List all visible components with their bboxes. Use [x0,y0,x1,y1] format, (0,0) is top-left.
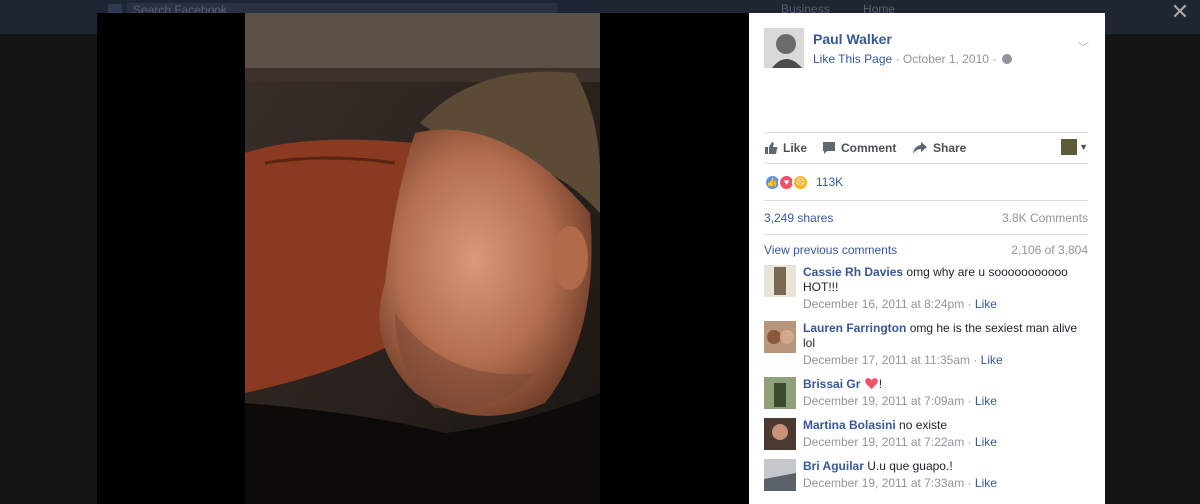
heart-emoji-icon [864,378,878,390]
like-label: Like [783,141,808,155]
like-button[interactable]: Like [764,140,807,158]
commenter-name[interactable]: Brissai Gr [803,377,860,391]
commenter-avatar[interactable] [764,377,796,409]
comment-like-link[interactable]: Like [975,476,997,490]
close-icon[interactable]: ✕ [1166,0,1194,24]
previous-comments-row: View previous comments 2,106 of 3,804 [764,243,1088,261]
post-as-selector[interactable]: ▼ [1061,139,1088,157]
thumbs-up-icon [764,141,778,159]
chevron-down-icon[interactable]: ﹀ [1078,42,1090,54]
shares-link[interactable]: 3,249 shares [764,211,833,225]
comment-button[interactable]: Comment [822,140,896,158]
commenter-name[interactable]: Lauren Farrington [803,321,906,335]
comment-meta: December 19, 2011 at 7:33am · Like [803,476,997,490]
action-bar: Like Comment Share ▼ [764,132,1088,164]
meta-separator: · [895,52,900,66]
comment-meta: December 17, 2011 at 11:35am · Like [803,353,1003,367]
comment-time[interactable]: December 19, 2011 at 7:33am [803,476,964,490]
commenter-name[interactable]: Cassie Rh Davies [803,265,903,279]
comment-like-link[interactable]: Like [975,394,997,408]
sad-reaction-icon: ☹ [792,174,809,191]
comment-time[interactable]: December 19, 2011 at 7:09am [803,394,964,408]
comment-like-link[interactable]: Like [975,297,997,311]
like-page-link[interactable]: Like This Page [813,52,892,66]
comment-label: Comment [841,141,897,155]
post-side-panel: Paul Walker Like This Page · October 1, … [749,13,1105,504]
author-avatar[interactable] [764,28,804,68]
share-label: Share [933,141,967,155]
globe-icon [1001,54,1012,64]
caret-down-icon: ▼ [1079,142,1088,152]
reaction-count[interactable]: 113K [816,175,843,189]
commenter-avatar[interactable] [764,418,796,450]
comment-time[interactable]: December 17, 2011 at 11:35am [803,353,970,367]
comments-progress: 2,106 of 3,804 [1011,243,1088,257]
photo-image [245,13,600,504]
share-button[interactable]: Share [912,140,966,158]
share-icon [912,141,928,159]
comment-time[interactable]: December 16, 2011 at 8:24pm [803,297,964,311]
comment-meta: December 19, 2011 at 7:22am · Like [803,435,997,449]
commenter-avatar[interactable] [764,265,796,297]
post-date[interactable]: October 1, 2010 [903,52,989,66]
stats-row: 3,249 shares 3.8K Comments [764,209,1088,235]
commenter-avatar[interactable] [764,459,796,491]
author-name[interactable]: Paul Walker [813,31,892,47]
comment-time[interactable]: December 19, 2011 at 7:22am [803,435,964,449]
post-header: Paul Walker Like This Page · October 1, … [764,28,1090,88]
photo-stage [97,13,749,504]
post-meta: Like This Page · October 1, 2010 · [813,52,1012,66]
comment-icon [822,141,836,159]
comment-text: ! [878,377,883,391]
view-previous-comments-link[interactable]: View previous comments [764,243,897,257]
comment-like-link[interactable]: Like [981,353,1003,367]
user-avatar [1061,139,1078,155]
comment-text: no existe [899,418,948,432]
comment-meta: December 16, 2011 at 8:24pm · Like [803,297,997,311]
commenter-name[interactable]: Bri Aguilar [803,459,864,473]
comment-meta: December 19, 2011 at 7:09am · Like [803,394,997,408]
comments-count[interactable]: 3.8K Comments [1002,211,1088,225]
reactions-summary[interactable]: 👍 ♥ ☹ 113K [764,171,1088,201]
comment-text: U.u que guapo.! [867,459,953,473]
commenter-name[interactable]: Martina Bolasini [803,418,896,432]
meta-separator: · [992,52,997,66]
post-photo[interactable] [245,13,600,504]
comment-like-link[interactable]: Like [975,435,997,449]
commenter-avatar[interactable] [764,321,796,353]
author-avatar-image [764,28,804,68]
